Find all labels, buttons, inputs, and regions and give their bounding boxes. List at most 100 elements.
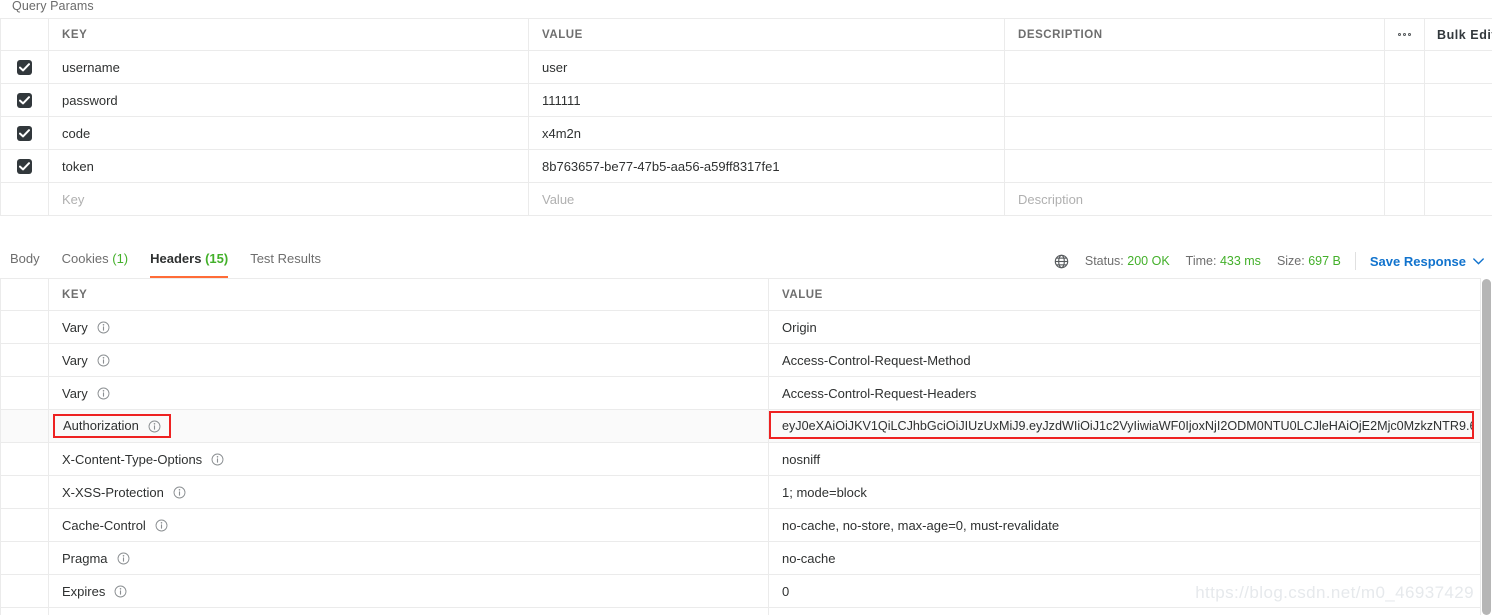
checkbox-checked-icon[interactable] [17, 159, 32, 175]
globe-icon [1054, 254, 1069, 269]
header-value-cell: Access-Control-Request-Method [768, 343, 1481, 377]
param-description-cell[interactable] [1004, 83, 1385, 117]
status-value: 200 OK [1127, 254, 1170, 268]
param-description-cell[interactable] [1004, 116, 1385, 150]
table-row: Vary Origin [0, 310, 1481, 344]
header-key-cell: Vary [48, 376, 769, 410]
info-icon[interactable] [114, 585, 127, 598]
table-row: token 8b763657-be77-47b5-aa56-a59ff8317f… [0, 149, 1492, 183]
tab-headers-count: (15) [205, 251, 229, 266]
header-gutter-cell [0, 574, 49, 608]
header-value-text: Origin [782, 319, 817, 335]
authorization-token-text: eyJ0eXAiOiJKV1QiLCJhbGciOiJIUzUxMiJ9.eyJ… [782, 419, 1472, 433]
checkbox-checked-icon[interactable] [17, 93, 32, 109]
row-trailing-cell [1424, 116, 1492, 150]
header-key-text: Vary [62, 352, 88, 368]
size-value: 697 B [1308, 254, 1341, 268]
table-row: username user [0, 50, 1492, 84]
tab-test-results[interactable]: Test Results [250, 244, 321, 278]
info-icon[interactable] [97, 387, 110, 400]
param-value-cell[interactable]: x4m2n [528, 116, 1005, 150]
header-value-text: Access-Control-Request-Headers [782, 385, 977, 401]
row-trailing-cell [1424, 149, 1492, 183]
new-param-key-input[interactable]: Key [48, 182, 529, 216]
param-key-cell[interactable]: token [48, 149, 529, 183]
status-group: Status: 200 OK [1085, 254, 1170, 268]
param-key-cell[interactable]: password [48, 83, 529, 117]
checkbox-checked-icon[interactable] [17, 126, 32, 142]
info-icon[interactable] [97, 321, 110, 334]
time-value: 433 ms [1219, 254, 1261, 268]
param-value-cell[interactable]: 8b763657-be77-47b5-aa56-a59ff8317fe1 [528, 149, 1005, 183]
info-icon[interactable] [97, 354, 110, 367]
headers-vertical-scrollbar[interactable] [1482, 279, 1491, 615]
new-param-value-input[interactable]: Value [528, 182, 1005, 216]
table-row: Vary Access-Control-Request-Headers [0, 376, 1481, 410]
table-row: password 111111 [0, 83, 1492, 117]
header-value-cell [768, 607, 1481, 615]
param-key-text: token [62, 158, 94, 174]
header-gutter-cell [0, 376, 49, 410]
info-icon[interactable] [173, 486, 186, 499]
row-checkbox-cell[interactable] [0, 116, 49, 150]
row-actions-cell [1384, 50, 1425, 84]
param-value-text: user [542, 59, 568, 75]
params-more-options-button[interactable] [1384, 18, 1425, 51]
table-row: Vary Access-Control-Request-Method [0, 343, 1481, 377]
header-key-cell: Pragma [48, 541, 769, 575]
info-icon[interactable] [155, 519, 168, 532]
save-response-label: Save Response [1369, 253, 1466, 269]
tab-cookies[interactable]: Cookies (1) [62, 244, 128, 278]
param-value-cell[interactable]: 111111 [528, 83, 1005, 117]
param-key-text: password [62, 92, 118, 108]
info-icon[interactable] [148, 420, 161, 433]
table-row: Cache-Control no-cache, no-store, max-ag… [0, 508, 1481, 542]
save-response-button[interactable]: Save Response [1370, 254, 1484, 269]
toolbar-divider [1354, 252, 1356, 270]
query-params-table: KEY VALUE DESCRIPTION Bulk Edit username… [0, 18, 1492, 216]
headers-column-value: VALUE [768, 278, 1481, 311]
table-row: code x4m2n [0, 116, 1492, 150]
row-actions-cell [1384, 83, 1425, 117]
row-checkbox-cell[interactable] [0, 50, 49, 84]
watermark: https://blog.csdn.net/m0_46937429 [1195, 583, 1474, 602]
param-description-cell[interactable] [1004, 50, 1385, 84]
header-key-text: X-Content-Type-Options [62, 451, 203, 467]
header-gutter-cell [0, 508, 49, 542]
info-icon[interactable] [117, 552, 130, 565]
row-checkbox-cell-empty[interactable] [0, 182, 49, 216]
param-value-cell[interactable]: user [528, 50, 1005, 84]
header-key-cell: Cache-Control [48, 508, 769, 542]
header-gutter-cell [0, 343, 49, 377]
header-gutter-cell [0, 442, 49, 476]
info-icon[interactable] [211, 453, 224, 466]
tab-headers[interactable]: Headers (15) [150, 244, 229, 278]
new-param-key-placeholder: Key [62, 191, 85, 207]
bulk-edit-button[interactable]: Bulk Edit [1424, 18, 1492, 51]
authorization-key-highlight-box: Authorization [53, 413, 171, 439]
tab-body[interactable]: Body [10, 244, 40, 278]
param-key-cell[interactable]: username [48, 50, 529, 84]
header-value-text: 0 [782, 583, 790, 599]
header-value-text: 1; mode=block [782, 484, 867, 500]
checkbox-checked-icon[interactable] [17, 60, 32, 76]
header-key-cell: X-XSS-Protection [48, 475, 769, 509]
row-checkbox-cell[interactable] [0, 83, 49, 117]
header-key-text: Pragma [62, 550, 108, 566]
headers-column-key: KEY [48, 278, 769, 311]
column-header-key: KEY [48, 18, 529, 51]
param-description-cell[interactable] [1004, 149, 1385, 183]
tab-headers-label: Headers [150, 251, 202, 266]
header-key-cell [48, 607, 769, 615]
param-value-text: x4m2n [542, 125, 582, 141]
headers-body: Vary Origin Vary Access-Control-Request-… [0, 310, 1481, 615]
header-value-cell: Access-Control-Request-Headers [768, 376, 1481, 410]
query-params-label: Query Params [12, 0, 94, 13]
header-gutter-cell [0, 541, 49, 575]
tab-test-results-label: Test Results [250, 251, 321, 266]
param-key-text: username [62, 59, 120, 75]
row-checkbox-cell[interactable] [0, 149, 49, 183]
new-param-description-input[interactable]: Description [1004, 182, 1385, 216]
header-gutter-cell [0, 607, 49, 615]
param-key-cell[interactable]: code [48, 116, 529, 150]
